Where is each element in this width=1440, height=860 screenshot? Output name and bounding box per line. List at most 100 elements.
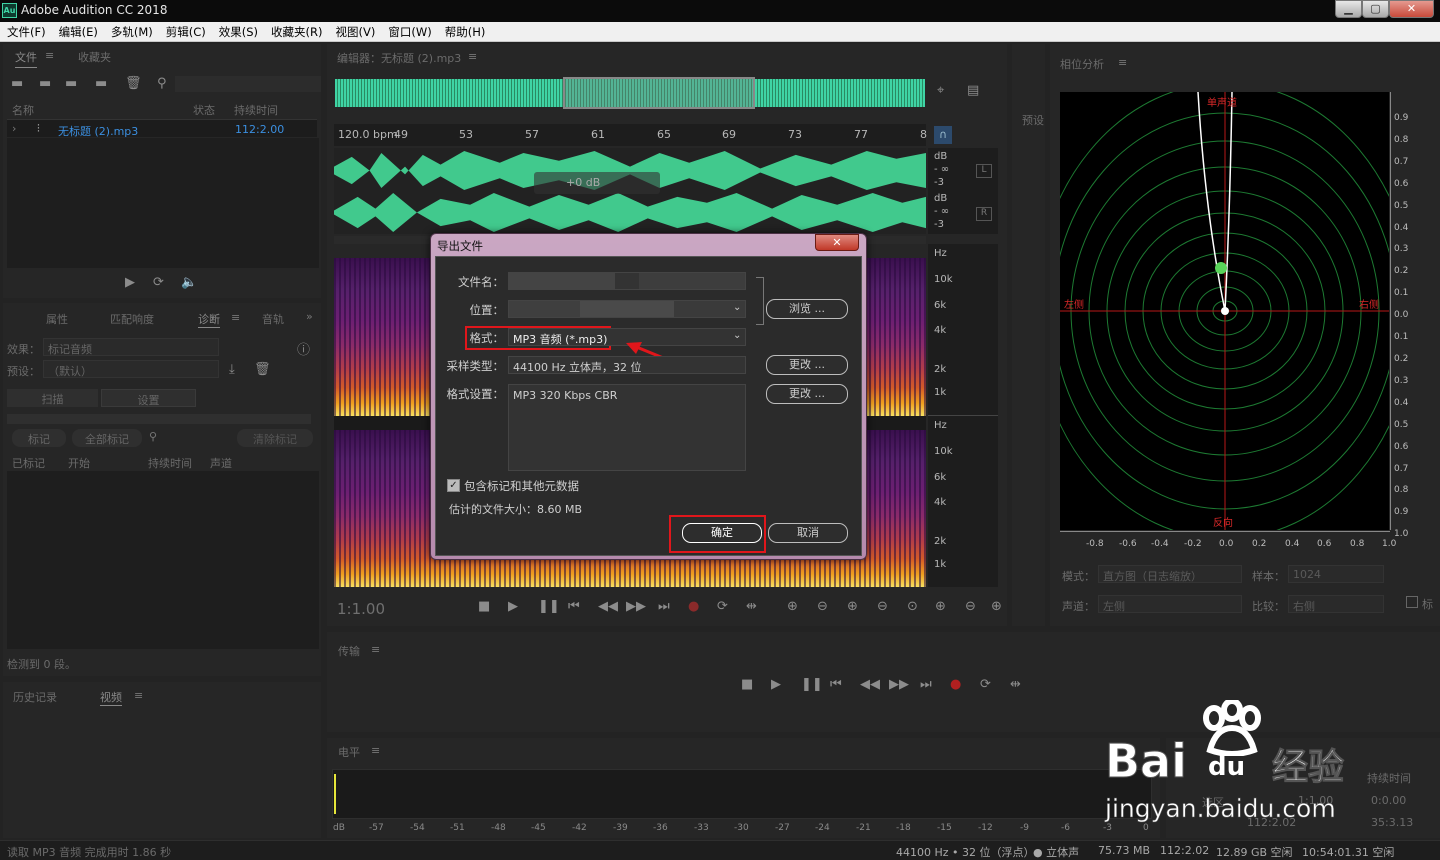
search-icon[interactable]: ⚲: [157, 76, 167, 91]
col-start[interactable]: 开始: [68, 455, 90, 471]
minimize-button[interactable]: ▁: [1335, 0, 1362, 18]
editor-title[interactable]: 编辑器：无标题 (2).mp3: [337, 50, 461, 66]
menu-help[interactable]: 帮助(H): [438, 22, 492, 40]
new-icon[interactable]: ▬: [95, 76, 107, 91]
browse-button[interactable]: 浏览 ...: [766, 299, 848, 319]
file-row[interactable]: › ⫶ 无标题 (2).mp3 112:2.00: [7, 119, 317, 138]
preset-select[interactable]: （默认）: [43, 360, 219, 378]
clear-markers-button[interactable]: 清除标记: [237, 429, 313, 447]
mode-select[interactable]: 直方图（日志缩放）: [1098, 565, 1242, 583]
stop-icon[interactable]: ■: [478, 599, 490, 614]
fast-forward-icon[interactable]: ▶▶: [889, 677, 909, 692]
all-markers-button[interactable]: 全部标记: [72, 429, 142, 447]
panel-menu-icon[interactable]: ≡: [468, 50, 477, 63]
spectral-toggle-icon[interactable]: ▤: [967, 83, 979, 98]
info-icon[interactable]: ⓘ: [297, 339, 310, 358]
files-search-input[interactable]: [175, 76, 321, 92]
menu-view[interactable]: 视图(V): [329, 22, 382, 40]
zoom-target-icon[interactable]: ⌖: [937, 83, 944, 98]
fast-forward-icon[interactable]: ▶▶: [626, 599, 646, 614]
col-marked[interactable]: 已标记: [12, 455, 45, 471]
chevron-down-icon[interactable]: ⌄: [733, 302, 741, 313]
rewind-icon[interactable]: ◀◀: [860, 677, 880, 692]
pause-icon[interactable]: ❚❚: [538, 599, 560, 614]
splitter-handle[interactable]: [7, 414, 311, 424]
play-icon[interactable]: ▶: [125, 275, 135, 290]
col-name[interactable]: 名称: [12, 102, 34, 118]
close-button[interactable]: ✕: [1389, 0, 1434, 18]
snap-icon[interactable]: ∩: [934, 126, 952, 144]
volume-hud[interactable]: +0 dB: [534, 172, 660, 194]
play-icon[interactable]: ▶: [771, 677, 781, 692]
channel-left-toggle[interactable]: L: [976, 164, 992, 178]
menu-file[interactable]: 文件(F): [0, 22, 52, 40]
waveform-area[interactable]: +0 dB: [334, 148, 926, 234]
panel-menu-icon[interactable]: ≡: [231, 311, 240, 324]
location-select[interactable]: ⌄: [508, 300, 746, 318]
maximize-button[interactable]: ▢: [1362, 0, 1389, 18]
tab-match-loudness[interactable]: 匹配响度: [110, 311, 154, 327]
transport-title[interactable]: 传输: [338, 643, 360, 659]
loop-icon[interactable]: ⟳: [153, 275, 164, 290]
panel-menu-icon[interactable]: ≡: [45, 49, 54, 62]
panel-menu-icon[interactable]: ≡: [1118, 56, 1127, 69]
zoom-out-time-icon[interactable]: ⊖: [877, 599, 888, 614]
menu-window[interactable]: 窗口(W): [381, 22, 437, 40]
zoom-in-out-icon[interactable]: ⊖: [965, 599, 976, 614]
trash-icon[interactable]: 🗑: [125, 76, 142, 91]
zoom-in-time-icon[interactable]: ⊕: [847, 599, 858, 614]
compare-select[interactable]: 右侧: [1288, 595, 1384, 613]
tab-tracks[interactable]: 音轨: [262, 311, 284, 327]
record-icon[interactable]: ●: [950, 677, 961, 692]
overview-viewport[interactable]: [563, 77, 755, 109]
rewind-icon[interactable]: ◀◀: [598, 599, 618, 614]
effect-select[interactable]: 标记音频: [43, 338, 219, 356]
skip-end-icon[interactable]: ⏭: [920, 677, 932, 692]
save-preset-icon[interactable]: ⤓: [229, 362, 235, 377]
sample-select[interactable]: 1024: [1288, 565, 1384, 583]
settings-button[interactable]: 设置: [101, 389, 196, 407]
col-status[interactable]: 状态: [193, 102, 215, 118]
pause-icon[interactable]: ❚❚: [801, 677, 823, 692]
tab-diagnostics[interactable]: 诊断: [198, 311, 220, 328]
current-time[interactable]: 1:1.00: [337, 600, 385, 618]
dialog-close-button[interactable]: ✕: [815, 234, 859, 251]
cancel-button[interactable]: 取消: [768, 523, 848, 543]
zoom-selection-icon[interactable]: ⊕: [935, 599, 946, 614]
ok-button[interactable]: 确定: [682, 523, 762, 543]
zoom-out-in-icon[interactable]: ⊕: [991, 599, 1002, 614]
presets-label[interactable]: 预设: [1022, 112, 1044, 128]
tab-properties[interactable]: 属性: [46, 311, 68, 327]
autoplay-icon[interactable]: 🔈: [181, 275, 197, 290]
insert-icon[interactable]: ▬: [65, 76, 77, 91]
filename-input[interactable]: [508, 272, 746, 290]
marker-button[interactable]: 标记: [12, 429, 66, 447]
import-icon[interactable]: ▬: [39, 76, 51, 91]
zoom-full-icon[interactable]: ⊙: [907, 599, 918, 614]
tab-video[interactable]: 视频: [100, 689, 122, 706]
scan-button[interactable]: 扫描: [7, 389, 98, 407]
skip-start-icon[interactable]: ⏮: [830, 677, 842, 692]
skip-selection-icon[interactable]: ⇹: [746, 599, 757, 614]
tab-history[interactable]: 历史记录: [13, 689, 57, 705]
channel-right-toggle[interactable]: R: [976, 207, 992, 221]
tab-favorites[interactable]: 收藏夹: [78, 49, 111, 65]
channel-select[interactable]: 左侧: [1098, 595, 1242, 613]
col-channel[interactable]: 声道: [210, 455, 232, 471]
menu-effects[interactable]: 效果(S): [212, 22, 264, 40]
change-format-button[interactable]: 更改 ...: [766, 384, 848, 404]
timeline-ruler[interactable]: 120.0 bpm 49 53 57 61 65 69 73 77 8: [334, 124, 927, 146]
stop-icon[interactable]: ■: [741, 677, 753, 692]
menu-clip[interactable]: 剪辑(C): [159, 22, 212, 40]
panel-menu-icon[interactable]: ≡: [371, 744, 380, 757]
chevron-right-icon[interactable]: ›: [12, 122, 16, 135]
menu-multitrack[interactable]: 多轨(M): [104, 22, 159, 40]
open-folder-icon[interactable]: ▬: [11, 76, 23, 91]
menu-edit[interactable]: 编辑(E): [52, 22, 104, 40]
skip-end-icon[interactable]: ⏭: [658, 599, 670, 614]
zoom-icon[interactable]: ⚲: [149, 430, 157, 443]
tab-files[interactable]: 文件: [15, 49, 37, 68]
col-duration[interactable]: 持续时间: [234, 102, 278, 118]
include-metadata-checkbox[interactable]: ✓: [447, 479, 460, 492]
levels-title[interactable]: 电平: [338, 744, 360, 760]
